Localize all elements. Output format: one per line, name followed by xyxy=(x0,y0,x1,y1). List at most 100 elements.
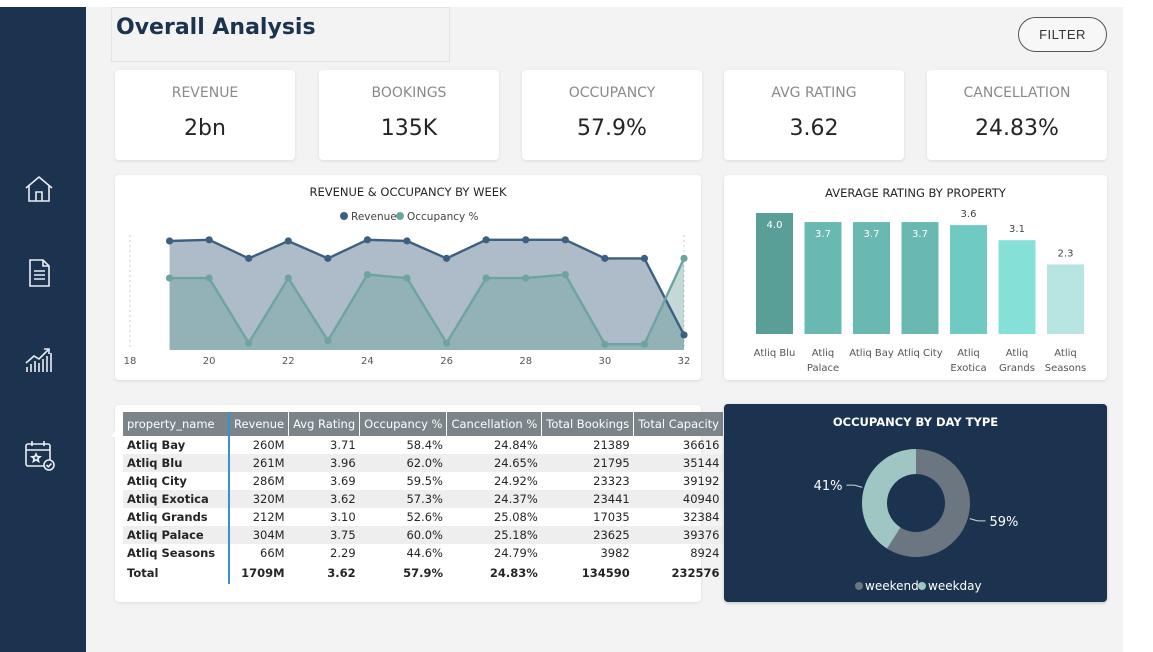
table-cell: 40940 xyxy=(633,490,724,508)
column-header-label: property_name xyxy=(127,417,215,431)
kpi-value: 3.62 xyxy=(789,116,839,141)
occupancy-day-type-card: OCCUPANCY BY DAY TYPE 59% 41% weekend wee… xyxy=(724,404,1107,602)
table-row[interactable]: Atliq Blu 261M 3.96 62.0% 24.65% 21795 35144 xyxy=(123,454,724,472)
category-label: Exotica xyxy=(950,363,986,374)
column-header-revenue[interactable]: Revenue xyxy=(229,412,290,436)
data-point xyxy=(680,254,688,262)
x-tick-label: 18 xyxy=(124,356,137,367)
revenue-occupancy-chart[interactable]: Revenue Occupancy % 18 20 22 24 26 28 30 32 xyxy=(115,175,701,380)
data-point xyxy=(522,274,530,282)
donut-labels: 59% 41% xyxy=(814,479,1019,530)
table-cell: 3.69 xyxy=(330,474,356,488)
bar-value-label: 3.7 xyxy=(815,229,831,240)
table-cell: 23323 xyxy=(593,474,630,488)
filter-button[interactable]: FILTER xyxy=(1018,17,1107,52)
bar-value-label: 3.6 xyxy=(961,209,977,220)
leader-line xyxy=(969,518,986,522)
kpi-label: REVENUE xyxy=(171,85,239,101)
category-label: Grands xyxy=(999,363,1035,374)
data-point xyxy=(442,339,451,347)
table-cell: 260M xyxy=(252,438,285,452)
data-point xyxy=(561,271,569,279)
table-cell: 62.0% xyxy=(359,454,447,472)
avg-rating-bar-chart[interactable]: 4.0 Atliq Blu 3.7 Atliq Palace 3.7 Atliq Bay 3.… xyxy=(724,175,1107,380)
data-point xyxy=(205,274,213,282)
chart-legend: weekend weekday xyxy=(855,579,982,593)
legend-marker-revenue xyxy=(340,212,348,220)
category-label: Seasons xyxy=(1045,363,1087,374)
data-point xyxy=(363,236,372,244)
bar-value-label: 4.0 xyxy=(767,220,783,231)
table-cell: 25.08% xyxy=(493,510,538,524)
slice-label: 59% xyxy=(989,515,1018,530)
table-row[interactable]: Atliq Exotica 320M 3.62 57.3% 24.37% 23441 409… xyxy=(123,490,724,508)
table-total-row: Total 1709M 3.62 57.9% 24.83% 134590 232… xyxy=(123,562,724,584)
x-tick-label: 32 xyxy=(678,356,691,367)
x-tick-label: 24 xyxy=(361,356,374,367)
data-point xyxy=(324,337,332,345)
column-header-total-bookings[interactable]: Total Bookings xyxy=(541,412,635,436)
table-cell: Atliq Blu xyxy=(123,454,230,472)
table-row[interactable]: Atliq Bay 260M 3.71 58.4% 24.84% 21389 36616 xyxy=(123,436,724,454)
category-label: Atliq xyxy=(1006,348,1029,359)
revenue-occupancy-chart-card: REVENUE & OCCUPANCY BY WEEK Revenue Occu… xyxy=(115,175,701,380)
x-tick-label: 26 xyxy=(440,356,453,367)
table-cell: 24.84% xyxy=(493,438,538,452)
column-header-occupancy[interactable]: Occupancy % xyxy=(359,412,448,436)
table-cell: 232576 xyxy=(671,566,720,580)
slice-label: 41% xyxy=(814,479,843,494)
table-cell: 24.83% xyxy=(489,566,538,580)
table-cell: 261M xyxy=(229,454,289,472)
table-cell: 60.0% xyxy=(359,526,447,544)
table-row[interactable]: Atliq Seasons 66M 2.29 44.6% 24.79% 3982 8924 xyxy=(123,544,724,562)
kpi-card-cancellation: CANCELLATION 24.83% xyxy=(927,70,1107,160)
document-icon[interactable] xyxy=(22,256,56,290)
x-tick-label: 22 xyxy=(282,356,295,367)
table-cell: 8924 xyxy=(690,546,720,560)
table-cell: 24.79% xyxy=(493,546,538,560)
kpi-card-bookings: BOOKINGS 135K xyxy=(319,70,499,160)
legend-label-weekday: weekday xyxy=(928,579,982,593)
donut-slices xyxy=(862,449,970,557)
kpi-label: AVG RATING xyxy=(771,85,857,101)
property-table: property_name Revenue Avg Rating Occupan… xyxy=(110,412,724,584)
table-cell: 35144 xyxy=(633,454,724,472)
page-title: Overall Analysis xyxy=(116,15,316,40)
table-cell: 39376 xyxy=(633,526,724,544)
sort-ascending-icon xyxy=(110,431,119,437)
bar xyxy=(756,213,793,334)
home-icon[interactable] xyxy=(22,172,56,206)
analytics-icon[interactable] xyxy=(22,341,56,375)
table-cell: 21389 xyxy=(593,438,630,452)
table-cell: 286M xyxy=(252,474,285,488)
category-label: Atliq xyxy=(812,348,835,359)
column-header-avg-rating[interactable]: Avg Rating xyxy=(288,412,361,436)
table-cell: 44.6% xyxy=(406,546,443,560)
table-cell: 24.92% xyxy=(493,474,538,488)
kpi-value: 57.9% xyxy=(577,116,647,141)
table-cell: 32384 xyxy=(682,510,720,524)
data-point xyxy=(482,236,490,244)
column-header-cancellation[interactable]: Cancellation % xyxy=(446,412,543,436)
data-point xyxy=(561,236,569,244)
table-row[interactable]: Atliq City 286M 3.69 59.5% 24.92% 23323 39192 xyxy=(123,472,724,490)
data-point xyxy=(601,340,609,348)
data-point xyxy=(284,237,292,245)
chart-legend: Revenue Occupancy % xyxy=(340,211,479,223)
chart-bars: 4.0 Atliq Blu 3.7 Atliq Palace 3.7 Atliq Bay 3.… xyxy=(754,209,1087,374)
data-point xyxy=(403,274,411,282)
data-point xyxy=(522,236,530,244)
table-cell: 134590 xyxy=(581,566,630,580)
bar xyxy=(998,240,1036,334)
table-row[interactable]: Atliq Grands 212M 3.10 52.6% 25.08% 17035 3238… xyxy=(123,508,724,526)
x-tick-label: 30 xyxy=(598,356,611,367)
calendar-icon[interactable] xyxy=(22,438,56,472)
bar-value-label: 2.3 xyxy=(1058,248,1074,259)
leader-line xyxy=(846,484,863,488)
column-header-total-capacity[interactable]: Total Capacity xyxy=(633,412,724,436)
category-label: Atliq Blu xyxy=(754,348,796,359)
data-point xyxy=(640,254,649,262)
occupancy-donut-chart[interactable]: 59% 41% weekend weekday xyxy=(724,404,1107,602)
table-row[interactable]: Atliq Palace 304M 3.75 60.0% 25.18% 23625 3937… xyxy=(123,526,724,544)
column-header-property-name[interactable]: property_name xyxy=(110,412,230,437)
